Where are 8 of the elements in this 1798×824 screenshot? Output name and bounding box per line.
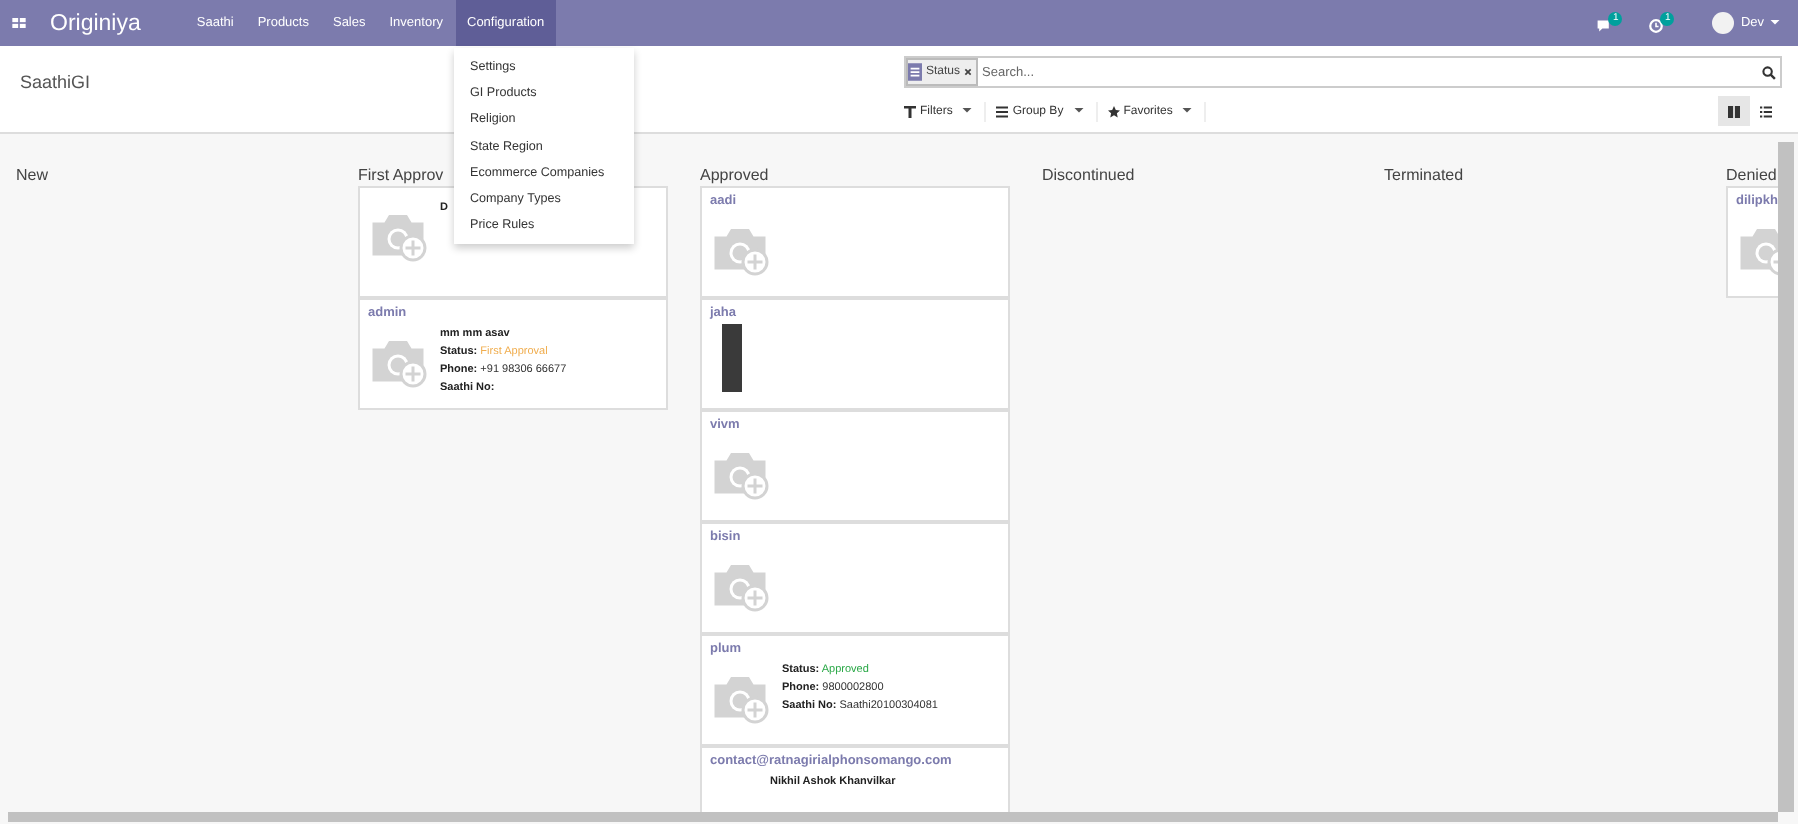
- column-title: First Approv: [358, 166, 444, 184]
- column-title: New: [16, 166, 49, 184]
- breadcrumb: SaathiGI: [20, 72, 91, 92]
- column-title: Terminated: [1384, 166, 1464, 184]
- column-title: Denied: [1726, 166, 1777, 184]
- column-title: Discontinued: [1042, 166, 1135, 184]
- column-title: Approved: [700, 166, 769, 184]
- app-brand: Originiya: [50, 11, 141, 35]
